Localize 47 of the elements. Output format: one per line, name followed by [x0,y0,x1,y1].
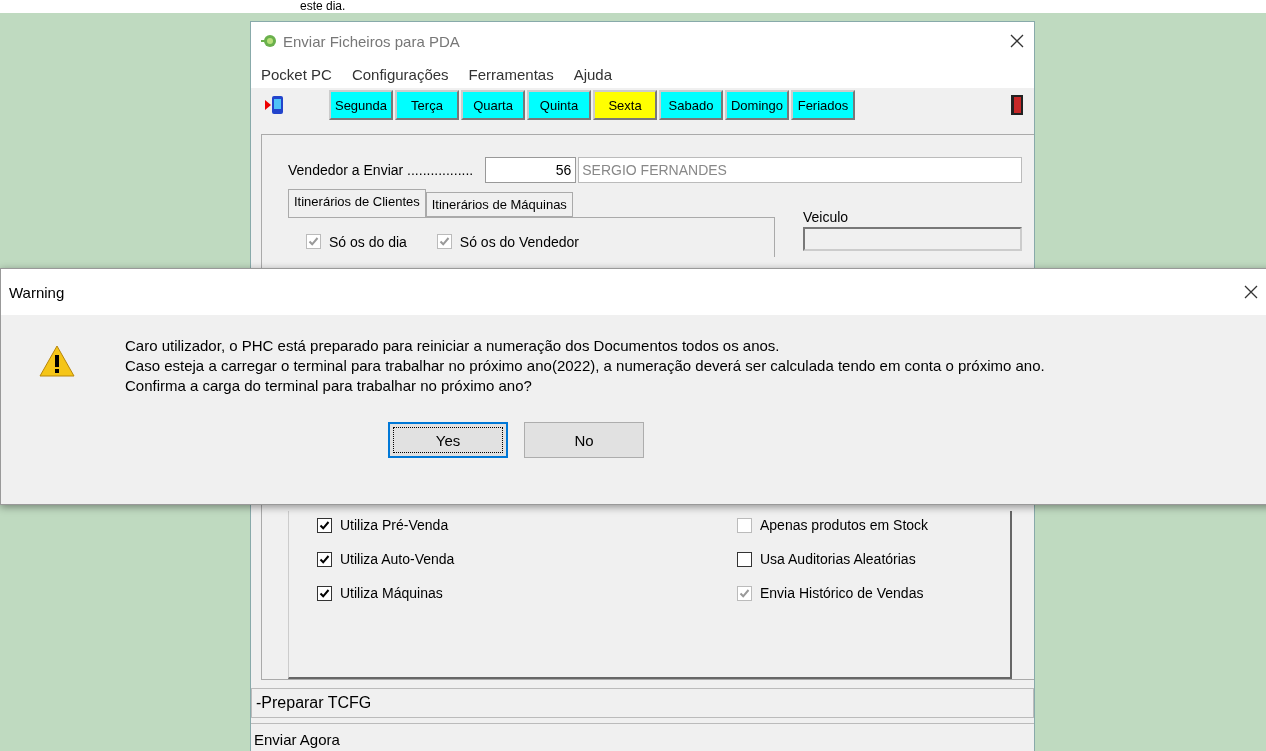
progress-field: -Preparar TCFG [251,688,1034,718]
dialog-button[interactable]: No [524,422,644,458]
name-field[interactable]: SERGIO FERNANDES [578,157,1022,183]
close-icon[interactable] [1010,34,1024,48]
checkbox-label: Usa Auditorias Aleatórias [760,551,916,567]
app-icon [261,34,277,48]
field-label: Vendedor a Enviar ................. [288,162,474,178]
dialog-message: Caso esteja a carregar o terminal para trabalhar no próximo ano(2022), a numeração deverá ser calculada tendo em conta o próximo ano. [125,357,1045,374]
window-title: Enviar Ficheiros para PDA [283,32,461,50]
page-text: este dia. [300,0,346,13]
checkbox-label: Utiliza Máquinas [340,585,443,601]
day-button[interactable]: Terça [395,90,459,120]
checkbox[interactable] [317,585,332,601]
status-bar: Enviar Agora [251,723,1034,751]
field-label: Veiculo [803,209,850,225]
checkbox-label: Apenas produtos em Stock [760,517,929,533]
menu-item[interactable]: Ajuda [573,65,612,83]
tab[interactable]: Itinerários de Máquinas [425,192,573,217]
dialog-message: Caro utilizador, o PHC está preparado para reiniciar a numeração dos Documentos todos os anos. [125,337,781,354]
number-field[interactable]: 56 [485,157,577,183]
checkbox[interactable] [737,551,752,567]
vehicle-dropdown[interactable] [803,227,1022,251]
checkbox-label: Utiliza Auto-Venda [340,551,455,567]
checkbox-label: Utiliza Pré-Venda [340,517,449,533]
day-button[interactable]: Segunda [329,90,393,120]
day-button[interactable]: Quarta [461,90,525,120]
dialog-button[interactable]: Yes [388,422,508,458]
menu-item[interactable]: Configurações [351,65,449,83]
checkbox[interactable] [317,517,332,533]
dialog-title: Warning [9,283,66,301]
door-icon[interactable] [1010,94,1024,116]
day-button[interactable]: Sabado [659,90,723,120]
menu-item[interactable]: Ferramentas [468,65,554,83]
dialog-message: Confirma a carga do terminal para trabalhar no próximo ano? [125,377,533,394]
warning-icon [39,345,75,377]
checkbox-label: Só os do Vendedor [459,233,579,250]
checkbox[interactable] [317,551,332,567]
day-button[interactable]: Quinta [527,90,591,120]
device-icon[interactable] [265,94,285,116]
day-button[interactable]: Domingo [725,90,789,120]
day-button[interactable]: Feriados [791,90,855,120]
tab[interactable]: Itinerários de Clientes [288,189,426,217]
day-button[interactable]: Sexta [593,90,657,120]
checkbox-label: Só os do dia [329,233,407,250]
close-icon[interactable] [1244,285,1258,299]
menu-item[interactable]: Pocket PC [261,65,332,83]
checkbox-label: Envia Histórico de Vendas [760,585,924,601]
